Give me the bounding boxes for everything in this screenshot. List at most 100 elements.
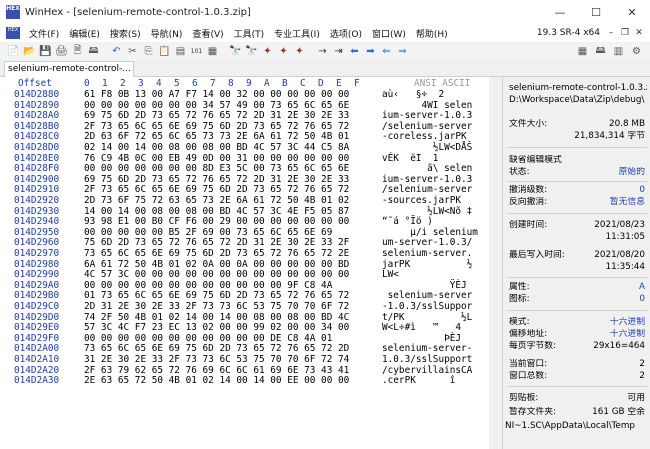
row-hex-bytes[interactable]: 2D 73 6F 75 72 63 65 73 2E 6A 61 72 50 4… [84,195,349,207]
col-header: F [354,78,360,89]
bytes-per-page-value: 29x16=464 [593,341,645,351]
replace-text-icon[interactable]: ✦ [260,44,275,59]
window-title: WinHex - [selenium-remote-control-1.0.3.… [25,6,251,18]
prev-icon[interactable]: ⇐ [379,44,394,59]
row-hex-bytes[interactable]: 2E 63 65 72 50 4B 01 02 14 00 14 00 EE 0… [84,376,349,387]
hex-editor-pane[interactable]: Offset 0 1 2 3 4 5 6 7 8 9 A B C D E F A… [0,77,502,449]
forward-icon[interactable]: ➡ [363,44,378,59]
row-ascii[interactable]: -sources.jarPK [382,195,461,207]
menu-navigation[interactable]: 导航(N) [146,27,188,40]
current-window-value: 2 [639,359,645,369]
save-icon[interactable]: 💾 [38,44,53,59]
mode-value[interactable]: 十六进制 [610,317,645,328]
offset-addr-value[interactable]: 十六进制 [610,329,645,340]
clipboard-value: 可用 [627,393,645,403]
row-hex-bytes[interactable]: 31 2E 30 2E 33 2F 73 73 6C 53 75 70 70 6… [84,354,349,366]
temp-value: 161 GB 空余 [592,407,645,417]
state-value[interactable]: 原始的 [619,167,645,178]
goto-sector-icon[interactable]: ⇥ [331,44,346,59]
menu-edit[interactable]: 编辑(E) [64,27,105,40]
hex-row[interactable]: 014D2A30 2E 63 65 72 50 4B 01 02 14 00 14… [0,376,502,387]
ascii-header: ANSI ASCII [414,78,471,89]
clipboard-label: 剪贴板: [509,393,539,403]
menu-file[interactable]: 文件(F) [24,27,64,40]
menu-search[interactable]: 搜索(S) [105,27,146,40]
file-size-label: 文件大小: [509,119,548,129]
close-button[interactable]: ✕ [614,0,650,24]
menu-tools[interactable]: 工具(T) [229,27,270,40]
maximize-button[interactable]: ☐ [578,0,614,24]
row-ascii[interactable]: aù‹ §÷ 2 [382,89,444,101]
menu-view[interactable]: 查看(V) [187,27,228,40]
find-again-icon[interactable]: ✦ [292,44,307,59]
row-ascii[interactable]: selenium-server. [382,248,472,260]
winhex-app-icon: HEX [6,5,20,19]
col-header: A [264,78,270,89]
row-ascii[interactable]: ½LW<DÅŠ [382,142,473,154]
row-offset: 014D2920 [14,195,60,206]
col-header: 6 [192,78,198,89]
row-hex-bytes[interactable]: 61 F8 0B 13 00 A7 F7 14 00 32 00 00 00 0… [84,89,349,101]
doc-close-icon[interactable]: ✕ [634,28,644,38]
toolbar: 📄 📂 💾 🖨 🗎 🖴 ↶ ✂ ⎘ 📋 ▤ 101 ▦ 🔭 🔭 ✦ ✦ ✦ → … [0,42,650,60]
paste-icon[interactable]: 📋 [157,44,172,59]
row-hex-bytes[interactable]: 2D 31 2E 30 2E 33 2F 73 73 6C 53 75 70 7… [84,301,349,313]
calculator-icon[interactable]: ▦ [575,44,590,59]
new-file-icon[interactable]: 📄 [6,44,21,59]
tab-selenium-zip[interactable]: selenium-remote-control-... [4,61,134,77]
col-header: 5 [174,78,180,89]
hex-row[interactable]: 014D28D0 02 14 00 14 00 08 00 08 00 BD 4C… [0,142,502,154]
doc-restore-icon[interactable]: ❐ [620,28,630,38]
hex-row[interactable]: 014D29C0 2D 31 2E 30 2E 33 2F 73 73 6C 53… [0,301,502,313]
temp-path: NI~1.SC\AppData\Local\Temp [505,421,635,431]
vertical-scrollbar[interactable] [489,77,502,449]
reverse-undo-value: 暂无信息 [609,197,645,207]
undo-icon[interactable]: ↶ [109,44,124,59]
window-total-value: 2 [639,371,645,381]
properties-icon[interactable]: 🗎 [70,44,85,59]
row-ascii[interactable]: -1.0.3/sslSuppor [382,301,472,313]
binary-icon[interactable]: 101 [189,44,204,59]
document-icon[interactable]: HEX [6,27,20,39]
options-icon[interactable]: ⚙ [629,44,644,59]
row-hex-bytes[interactable]: 02 14 00 14 00 08 00 08 00 BD 4C 57 3C 4… [84,142,349,154]
back-icon[interactable]: ⬅ [347,44,362,59]
row-offset: 014D2970 [14,248,60,259]
menu-pro-tools[interactable]: 专业工具(I) [269,27,325,40]
created-time: 11:31:05 [605,232,645,242]
edit-mode-label: 缺省编辑模式 [509,155,562,165]
hex-row[interactable]: 014D2920 2D 73 6F 75 72 63 65 73 2E 6A 61… [0,195,502,207]
next-icon[interactable]: ⇒ [395,44,410,59]
doc-minimize-icon[interactable]: – [606,28,616,38]
undo-level-label: 撤消级数: [509,185,548,195]
row-ascii[interactable]: 1.0.3/sslSupport [382,354,472,366]
goto-offset-icon[interactable]: → [315,44,330,59]
row-ascii[interactable]: .cerPK î [382,376,455,387]
find-hex-icon[interactable]: 🔭 [244,44,259,59]
open-file-icon[interactable]: 📂 [22,44,37,59]
menu-options[interactable]: 选项(O) [325,27,367,40]
copy-icon[interactable]: ⎘ [141,44,156,59]
row-hex-bytes[interactable]: 73 65 6C 65 6E 69 75 6D 2D 73 65 72 76 6… [84,248,349,260]
menu-window[interactable]: 窗口(W) [367,27,411,40]
open-disk-icon[interactable]: 🖴 [86,44,101,59]
hex-row[interactable]: 014D2970 73 65 6C 65 6E 69 75 6D 2D 73 65… [0,248,502,260]
write-block-icon[interactable]: ▤ [173,44,188,59]
hex-row[interactable]: 014D2A10 31 2E 30 2E 33 2F 73 73 6C 53 75… [0,354,502,366]
find-text-icon[interactable]: 🔭 [228,44,243,59]
col-header: C [300,78,306,89]
disk-tools-icon[interactable]: 🖴 [593,44,608,59]
cut-icon[interactable]: ✂ [125,44,140,59]
ram-icon[interactable]: ▥ [611,44,626,59]
replace-hex-icon[interactable]: ✦ [276,44,291,59]
menu-help[interactable]: 帮助(H) [411,27,453,40]
print-icon[interactable]: 🖨 [54,44,69,59]
minimize-button[interactable]: — [542,0,578,24]
file-path: D:\Workspace\Data\Zip\debug\ [509,95,645,105]
reverse-undo-label: 反向撤消: [509,197,548,207]
fill-icon[interactable]: ▦ [205,44,220,59]
file-size-mb: 20.8 MB [608,119,645,129]
col-header: 2 [120,78,126,89]
row-offset: 014D2880 [14,89,60,100]
hex-row[interactable]: 014D2880 61 F8 0B 13 00 A7 F7 14 00 32 00… [0,89,502,101]
